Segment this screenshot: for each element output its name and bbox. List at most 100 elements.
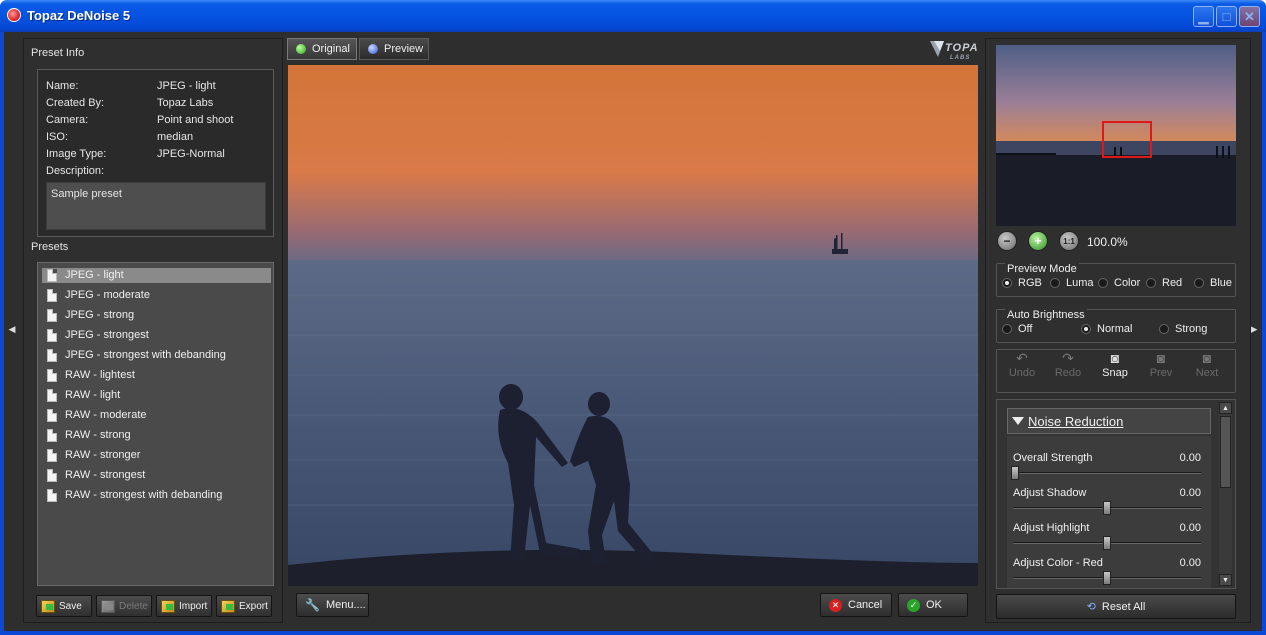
camera-icon: ◙ bbox=[1110, 350, 1120, 366]
zoom-out-button[interactable]: − bbox=[997, 231, 1017, 251]
minimize-button[interactable]: ▁ bbox=[1193, 6, 1214, 27]
radio-label: RGB bbox=[1018, 277, 1042, 289]
window-title: Topaz DeNoise 5 bbox=[27, 8, 131, 23]
slider-label: Adjust Shadow bbox=[1013, 487, 1087, 499]
undo-icon: ↶ bbox=[1016, 350, 1028, 366]
prev-button[interactable]: ◙ Prev bbox=[1141, 351, 1181, 379]
snap-button[interactable]: ◙ Snap bbox=[1095, 351, 1135, 379]
preset-info-box: Sample preset Name: JPEG - light Created B… bbox=[37, 69, 274, 237]
info-label: Image Type: bbox=[46, 148, 107, 160]
wrench-icon: 🔧 bbox=[305, 598, 320, 612]
presets-title: Presets bbox=[31, 241, 69, 253]
topaz-labs-logo: TOPAZ LABS bbox=[928, 37, 986, 61]
preset-document-icon bbox=[47, 469, 57, 482]
radio-auto-brightness-off[interactable]: Off bbox=[1002, 323, 1032, 335]
expand-triangle-icon bbox=[1012, 417, 1024, 425]
scroll-thumb[interactable] bbox=[1220, 416, 1231, 488]
slider-thumb[interactable] bbox=[1011, 466, 1019, 480]
preset-list-item[interactable]: RAW - strongest bbox=[42, 468, 271, 483]
preset-document-icon bbox=[47, 289, 57, 302]
delete-icon bbox=[101, 599, 115, 613]
prev-snapshot-icon: ◙ bbox=[1156, 350, 1166, 366]
preset-list-item[interactable]: JPEG - strongest with debanding bbox=[42, 348, 271, 363]
scroll-up-icon[interactable]: ▲ bbox=[1219, 402, 1232, 414]
noise-reduction-title: Noise Reduction bbox=[1028, 413, 1124, 429]
preset-document-icon bbox=[47, 409, 57, 422]
preset-list-item[interactable]: RAW - moderate bbox=[42, 408, 271, 423]
main-image-canvas[interactable] bbox=[288, 65, 978, 586]
preset-list-item[interactable]: RAW - light bbox=[42, 388, 271, 403]
tab-original[interactable]: Original bbox=[287, 38, 357, 60]
cancel-button[interactable]: ✕ Cancel bbox=[820, 593, 892, 617]
radio-label: Luma bbox=[1066, 277, 1094, 289]
radio-circle-icon bbox=[1194, 278, 1204, 288]
preset-list-item[interactable]: JPEG - strongest bbox=[42, 328, 271, 343]
delete-label: Delete bbox=[119, 600, 148, 612]
noise-reduction-header[interactable]: Noise Reduction bbox=[1007, 408, 1211, 434]
preset-document-icon bbox=[47, 429, 57, 442]
ok-icon: ✓ bbox=[907, 598, 920, 612]
preset-list-item[interactable]: RAW - strongest with debanding bbox=[42, 488, 271, 503]
client-area: ◀ ▶ Preset Info Sample preset Name: JPEG … bbox=[4, 32, 1262, 631]
preset-list-item[interactable]: RAW - strong bbox=[42, 428, 271, 443]
preset-name: RAW - lightest bbox=[65, 369, 135, 381]
scroll-down-icon[interactable]: ▼ bbox=[1219, 574, 1232, 586]
radio-preview-mode-color[interactable]: Color bbox=[1098, 277, 1140, 289]
ok-button[interactable]: ✓ OK bbox=[898, 593, 968, 617]
slider-value: 0.00 bbox=[1179, 557, 1201, 569]
info-value: JPEG-Normal bbox=[157, 148, 225, 160]
slider-label: Adjust Highlight bbox=[1013, 522, 1090, 534]
export-icon bbox=[221, 599, 235, 613]
tab-preview[interactable]: Preview bbox=[359, 38, 429, 60]
close-button[interactable]: ✕ bbox=[1239, 6, 1260, 27]
radio-label: Off bbox=[1018, 323, 1033, 335]
radio-preview-mode-luma[interactable]: Luma bbox=[1050, 277, 1094, 289]
description-field[interactable]: Sample preset bbox=[46, 182, 266, 230]
preset-list-item[interactable]: JPEG - moderate bbox=[42, 288, 271, 303]
noise-reduction-scrollbar[interactable]: ▲ ▼ bbox=[1219, 402, 1232, 586]
slider-track[interactable] bbox=[1013, 472, 1201, 474]
navigator-preview[interactable] bbox=[996, 45, 1236, 226]
prev-label: Prev bbox=[1149, 367, 1173, 379]
info-value: Point and shoot bbox=[157, 114, 234, 126]
reset-icon: ⟲ bbox=[1086, 601, 1096, 613]
radio-auto-brightness-strong[interactable]: Strong bbox=[1159, 323, 1207, 335]
undo-button[interactable]: ↶ Undo bbox=[1002, 351, 1042, 379]
slider-value: 0.00 bbox=[1179, 487, 1201, 499]
redo-button[interactable]: ↷ Redo bbox=[1048, 351, 1088, 379]
export-preset-button[interactable]: Export bbox=[216, 595, 272, 617]
radio-preview-mode-rgb[interactable]: RGB bbox=[1002, 277, 1042, 289]
preset-document-icon bbox=[47, 329, 57, 342]
radio-auto-brightness-normal[interactable]: Normal bbox=[1081, 323, 1132, 335]
import-preset-button[interactable]: Import bbox=[156, 595, 212, 617]
slider-thumb[interactable] bbox=[1103, 501, 1111, 515]
menu-button[interactable]: 🔧 Menu.... bbox=[296, 593, 369, 617]
slider-value: 0.00 bbox=[1179, 452, 1201, 464]
radio-preview-mode-blue[interactable]: Blue bbox=[1194, 277, 1232, 289]
maximize-button[interactable]: □ bbox=[1216, 6, 1237, 27]
presets-list[interactable]: JPEG - light JPEG - moderate JPEG - strong… bbox=[37, 262, 274, 586]
left-panel: Preset Info Sample preset Name: JPEG - li… bbox=[23, 38, 283, 623]
zoom-in-button[interactable]: + bbox=[1028, 231, 1048, 251]
svg-text:LABS: LABS bbox=[950, 55, 970, 61]
preset-list-item[interactable]: RAW - stronger bbox=[42, 448, 271, 463]
noise-reduction-panel: Noise Reduction Overall Strength 0.00 Adju… bbox=[996, 399, 1236, 589]
preset-list-item[interactable]: JPEG - strong bbox=[42, 308, 271, 323]
import-icon bbox=[161, 599, 175, 613]
delete-preset-button[interactable]: Delete bbox=[96, 595, 152, 617]
preset-document-icon bbox=[47, 369, 57, 382]
info-label: ISO: bbox=[46, 131, 69, 143]
reset-all-button[interactable]: ⟲ Reset All bbox=[996, 594, 1236, 619]
radio-preview-mode-red[interactable]: Red bbox=[1146, 277, 1182, 289]
title-bar[interactable]: Topaz DeNoise 5 ▁ □ ✕ bbox=[0, 0, 1266, 32]
preset-list-item[interactable]: JPEG - light bbox=[42, 268, 271, 283]
radio-circle-icon bbox=[1002, 324, 1012, 334]
collapse-left-panel-icon[interactable]: ◀ bbox=[7, 322, 17, 336]
preset-list-item[interactable]: RAW - lightest bbox=[42, 368, 271, 383]
save-preset-button[interactable]: Save bbox=[36, 595, 92, 617]
info-value: Topaz Labs bbox=[157, 97, 214, 109]
slider-thumb[interactable] bbox=[1103, 536, 1111, 550]
zoom-actual-size-button[interactable]: 1:1 bbox=[1059, 231, 1079, 251]
next-button[interactable]: ◙ Next bbox=[1187, 351, 1227, 379]
slider-thumb[interactable] bbox=[1103, 571, 1111, 585]
